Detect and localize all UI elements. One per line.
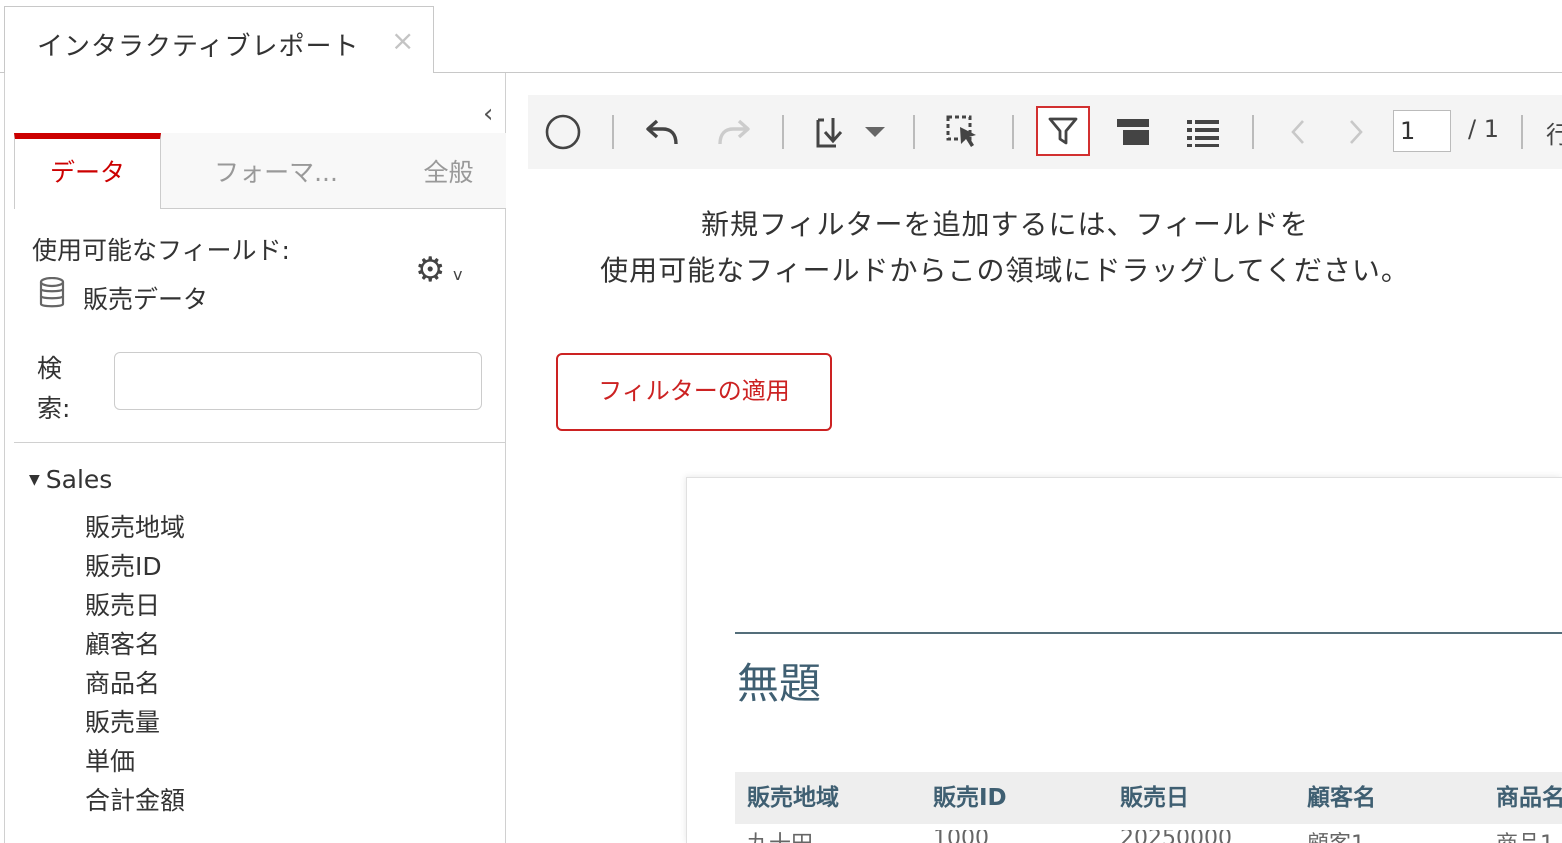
chevron-down-icon[interactable]: v bbox=[453, 265, 462, 284]
undo-icon[interactable] bbox=[640, 95, 686, 169]
document-tab-bar: インタラクティブレポート × bbox=[0, 0, 1562, 73]
field-item[interactable]: 販売日 bbox=[85, 588, 185, 627]
collapse-panel-icon[interactable]: ‹ bbox=[483, 101, 493, 127]
export-icon[interactable] bbox=[810, 95, 854, 169]
divider bbox=[14, 442, 506, 443]
gear-icon[interactable]: ⚙ bbox=[415, 253, 445, 287]
dropdown-caret-icon[interactable] bbox=[858, 95, 892, 169]
report-preview: 無題 販売地域 販売ID 販売日 顧客名 商品名 九十田 1000 202500… bbox=[686, 477, 1562, 843]
report-title: 無題 bbox=[737, 659, 822, 708]
redo-icon[interactable] bbox=[710, 95, 756, 169]
close-icon[interactable]: × bbox=[391, 27, 414, 55]
toolbar-separator bbox=[782, 115, 784, 149]
tree-node-sales[interactable]: ▼ Sales bbox=[29, 465, 112, 494]
field-item[interactable]: 顧客名 bbox=[85, 627, 185, 666]
toolbar-overflow-label[interactable]: 行 bbox=[1546, 115, 1562, 150]
field-list: 販売地域 販売ID 販売日 顧客名 商品名 販売量 単価 合計金額 bbox=[85, 510, 185, 822]
available-fields-label: 使用可能なフィールド: bbox=[32, 236, 290, 265]
filter-icon[interactable] bbox=[1036, 106, 1090, 156]
table-cell: 1000 bbox=[933, 830, 989, 843]
tab-data[interactable]: データ bbox=[14, 133, 161, 209]
select-icon[interactable] bbox=[940, 95, 986, 169]
document-tab[interactable]: インタラクティブレポート × bbox=[4, 6, 434, 73]
header-layout-icon[interactable] bbox=[1110, 95, 1156, 169]
apply-filter-button[interactable]: フィルターの適用 bbox=[556, 353, 832, 431]
toolbar-separator bbox=[612, 115, 614, 149]
database-icon bbox=[39, 277, 65, 308]
field-item[interactable]: 合計金額 bbox=[85, 783, 185, 822]
next-page-icon[interactable] bbox=[1338, 95, 1374, 169]
field-item[interactable]: 商品名 bbox=[85, 666, 185, 705]
document-tab-title: インタラクティブレポート bbox=[37, 32, 360, 62]
prev-page-icon[interactable] bbox=[1280, 95, 1316, 169]
table-row: 九十田 1000 20250000 顧客1 商品1 bbox=[735, 830, 1562, 843]
table-cell: 九十田 bbox=[747, 830, 813, 843]
list-icon[interactable] bbox=[1180, 95, 1226, 169]
search-label: 検索: bbox=[37, 354, 71, 423]
panel-tabs: データ フォーマ... 全般 bbox=[14, 133, 506, 209]
field-item[interactable]: 販売量 bbox=[85, 705, 185, 744]
hint-line-2: 使用可能なフィールドからこの領域にドラッグしてください。 bbox=[600, 254, 1410, 287]
page-number-input[interactable]: 1 bbox=[1393, 110, 1451, 152]
table-cell: 商品1 bbox=[1496, 830, 1554, 843]
column-header[interactable]: 商品名 bbox=[1496, 772, 1562, 824]
left-panel: ‹ データ フォーマ... 全般 使用可能なフィールド: ⚙ v 販売データ 検… bbox=[4, 73, 506, 843]
column-header[interactable]: 顧客名 bbox=[1307, 772, 1376, 824]
hint-line-1: 新規フィルターを追加するには、フィールドを bbox=[701, 208, 1309, 241]
table-cell: 顧客1 bbox=[1307, 830, 1365, 843]
field-item[interactable]: 販売ID bbox=[85, 549, 185, 588]
report-toolbar: 1 / 1 行 bbox=[528, 95, 1562, 169]
filter-drop-hint: 新規フィルターを追加するには、フィールドを 使用可能なフィールドからこの領域にド… bbox=[530, 202, 1480, 294]
datasource-name: 販売データ bbox=[83, 285, 209, 314]
toolbar-separator bbox=[1252, 115, 1254, 149]
toolbar-separator bbox=[1012, 115, 1014, 149]
record-circle-icon[interactable] bbox=[540, 95, 586, 169]
tab-general[interactable]: 全般 bbox=[391, 133, 506, 209]
table-cell: 20250000 bbox=[1120, 830, 1232, 843]
caret-down-icon[interactable]: ▼ bbox=[29, 472, 40, 488]
search-input[interactable] bbox=[114, 352, 482, 410]
column-header[interactable]: 販売ID bbox=[933, 772, 1007, 824]
toolbar-separator bbox=[1521, 115, 1523, 149]
toolbar-separator bbox=[913, 115, 915, 149]
field-item[interactable]: 販売地域 bbox=[85, 510, 185, 549]
field-item[interactable]: 単価 bbox=[85, 744, 185, 783]
title-rule bbox=[735, 632, 1562, 634]
report-table-header: 販売地域 販売ID 販売日 顧客名 商品名 bbox=[735, 772, 1562, 824]
tree-node-label: Sales bbox=[45, 465, 113, 494]
tab-format[interactable]: フォーマ... bbox=[161, 133, 391, 209]
column-header[interactable]: 販売地域 bbox=[747, 772, 839, 824]
column-header[interactable]: 販売日 bbox=[1120, 772, 1189, 824]
page-total: / 1 bbox=[1468, 115, 1499, 143]
